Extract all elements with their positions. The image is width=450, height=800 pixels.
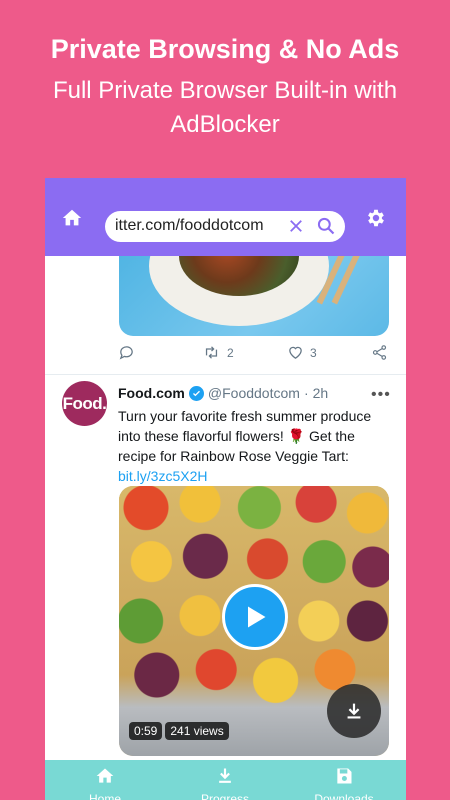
video-duration: 0:59 (129, 722, 163, 740)
bottom-nav: Home Progress Downloads (45, 760, 406, 800)
phone-screen: itter.com/fooddotcom 2 3 Food. Food.com … (45, 178, 406, 800)
nav-progress-label: Progress (200, 792, 250, 800)
divider (45, 374, 406, 375)
download-icon (219, 768, 231, 783)
url-text[interactable]: itter.com/fooddotcom (115, 217, 285, 235)
nav-home-label: Home (88, 792, 121, 800)
tweet-text: Turn your favorite fresh summer produce … (118, 406, 393, 486)
like-button[interactable]: 3 (287, 344, 317, 361)
tweet-time[interactable]: 2h (313, 385, 329, 401)
promo-subtitle: Full Private Browser Built-in with AdBlo… (52, 77, 398, 138)
author-name[interactable]: Food.com (118, 385, 185, 401)
previous-tweet-image[interactable] (119, 256, 389, 336)
save-icon (337, 768, 352, 784)
search-icon[interactable] (316, 216, 336, 241)
retweet-icon (205, 346, 218, 359)
video-player[interactable]: 0:59 241 views (119, 486, 389, 756)
play-icon (248, 606, 266, 628)
video-views: 241 views (165, 722, 229, 740)
retweet-button[interactable]: 2 (202, 344, 234, 361)
play-button[interactable] (222, 584, 288, 650)
nav-home[interactable]: Home (60, 766, 150, 800)
reply-button[interactable] (118, 344, 135, 361)
tweet-link[interactable]: bit.ly/3zc5X2H (118, 468, 207, 484)
gear-icon[interactable] (364, 206, 388, 230)
share-button[interactable] (371, 344, 388, 361)
heart-icon (289, 346, 302, 359)
tweet-body: Turn your favorite fresh summer produce … (118, 408, 372, 464)
close-icon[interactable] (287, 217, 305, 240)
author-handle[interactable]: @Fooddotcom (208, 385, 300, 401)
like-count: 3 (310, 345, 317, 360)
nav-downloads-label: Downloads (314, 792, 374, 800)
retweet-count: 2 (227, 345, 234, 360)
nav-downloads[interactable]: Downloads (299, 766, 389, 800)
verified-icon (188, 385, 204, 401)
share-icon (372, 345, 387, 360)
tweet-header: Food.com @Fooddotcom · 2h (118, 385, 328, 401)
more-options-icon[interactable]: ••• (371, 386, 391, 404)
nav-progress[interactable]: Progress (180, 766, 270, 800)
download-icon (347, 703, 361, 719)
avatar[interactable]: Food. (62, 381, 107, 426)
tweet-actions: 2 3 (45, 344, 406, 368)
url-bar[interactable]: itter.com/fooddotcom (105, 211, 345, 242)
browser-toolbar: itter.com/fooddotcom (45, 178, 406, 256)
video-badges: 0:59 241 views (129, 722, 229, 740)
home-icon[interactable] (60, 206, 84, 230)
separator: · (303, 385, 309, 401)
reply-icon (119, 346, 133, 360)
download-video-button[interactable] (327, 684, 381, 738)
web-content[interactable]: 2 3 Food. Food.com @Fooddotcom · 2h ••• … (45, 256, 406, 760)
home-icon (96, 768, 114, 783)
promo-title: Private Browsing & No Ads (50, 34, 400, 64)
